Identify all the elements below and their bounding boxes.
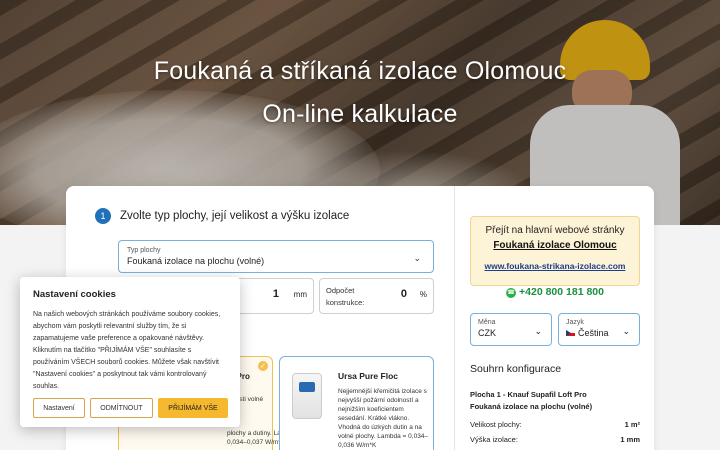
summary-row-value: 1 m² bbox=[624, 420, 640, 429]
promo-site-name[interactable]: Foukaná izolace Olomouc bbox=[471, 240, 639, 251]
summary-surface-type: Foukaná izolace na plochu (volné) bbox=[470, 402, 593, 411]
product-name: Ursa Pure Floc bbox=[338, 371, 398, 381]
phone-number: +420 800 181 800 bbox=[519, 286, 604, 298]
step-number-badge: 1 bbox=[95, 208, 111, 224]
chevron-down-icon: ⌄ bbox=[534, 326, 542, 336]
area-unit: mm bbox=[293, 290, 307, 299]
summary-row-label: Výška izolace: bbox=[470, 435, 518, 444]
area-value: 1 bbox=[272, 288, 279, 300]
cookie-title: Nastavení cookies bbox=[33, 289, 116, 300]
czech-flag-icon bbox=[566, 330, 575, 336]
whatsapp-icon: ☎ bbox=[506, 288, 517, 298]
summary-row: Výška izolace: 1 mm bbox=[470, 435, 640, 444]
product-card-ursa[interactable]: Ursa Pure Floc Nejjemnější křemičitá izo… bbox=[279, 356, 434, 450]
main-site-promo: Přejít na hlavní webové stránky Foukaná … bbox=[470, 216, 640, 286]
currency-select[interactable]: Měna CZK ⌄ bbox=[470, 313, 552, 346]
promo-link[interactable]: www.foukana-strikana-izolace.com bbox=[471, 261, 639, 271]
language-value-text: Čeština bbox=[578, 328, 609, 338]
hero-title: Foukaná a stříkaná izolace Olomouc bbox=[153, 57, 567, 85]
surface-type-value: Foukaná izolace na plochu (volné) bbox=[127, 256, 265, 266]
summary-row-label: Velikost plochy: bbox=[470, 420, 522, 429]
product-bag-image bbox=[292, 373, 322, 419]
language-label: Jazyk bbox=[566, 319, 584, 326]
cookie-reject-button[interactable]: ODMÍTNOUT bbox=[90, 398, 153, 418]
hero-subtitle: On-line kalkulace bbox=[262, 100, 458, 128]
cookie-text: Na našich webových stránkách používáme s… bbox=[33, 311, 221, 390]
currency-label: Měna bbox=[478, 319, 496, 326]
cookie-accept-button[interactable]: PŘIJÍMÁM VŠE bbox=[158, 398, 228, 418]
promo-text: Přejít na hlavní webové stránky bbox=[485, 225, 625, 236]
deduction-label: Odpočet konstrukce: bbox=[326, 286, 365, 307]
summary-row-value: 1 mm bbox=[620, 435, 640, 444]
deduction-unit: % bbox=[419, 290, 427, 299]
chevron-down-icon: ⌄ bbox=[622, 326, 630, 336]
surface-type-select[interactable]: Typ plochy Foukaná izolace na plochu (vo… bbox=[118, 240, 434, 273]
language-select[interactable]: Jazyk Čeština ⌄ bbox=[558, 313, 640, 346]
cookie-settings-button[interactable]: Nastavení bbox=[33, 398, 85, 418]
cookie-buttons: Nastavení ODMÍTNOUT PŘIJÍMÁM VŠE bbox=[33, 398, 228, 418]
phone-contact[interactable]: ☎ +420 800 181 800 bbox=[470, 286, 640, 298]
cookie-consent-dialog: Nastavení cookies Na našich webových str… bbox=[20, 277, 240, 427]
deduction-value: 0 bbox=[400, 288, 407, 300]
product-description: Nejjemnější křemičitá izolace s nejvyšší… bbox=[338, 388, 429, 449]
check-icon: ✓ bbox=[258, 361, 268, 371]
chevron-down-icon: ⌄ bbox=[413, 253, 421, 263]
step-1-header: 1 Zvolte typ plochy, její velikost a výš… bbox=[95, 208, 349, 224]
summary-surface: Plocha 1 - Knauf Supafil Loft Pro bbox=[470, 390, 587, 399]
column-divider bbox=[454, 186, 455, 450]
surface-type-label: Typ plochy bbox=[127, 247, 161, 254]
summary-row: Velikost plochy: 1 m² bbox=[470, 420, 640, 429]
step-1-label: Zvolte typ plochy, její velikost a výšku… bbox=[120, 210, 350, 222]
deduction-input[interactable]: Odpočet konstrukce: 0 % bbox=[319, 278, 434, 314]
summary-title: Souhrn konfigurace bbox=[470, 363, 562, 375]
